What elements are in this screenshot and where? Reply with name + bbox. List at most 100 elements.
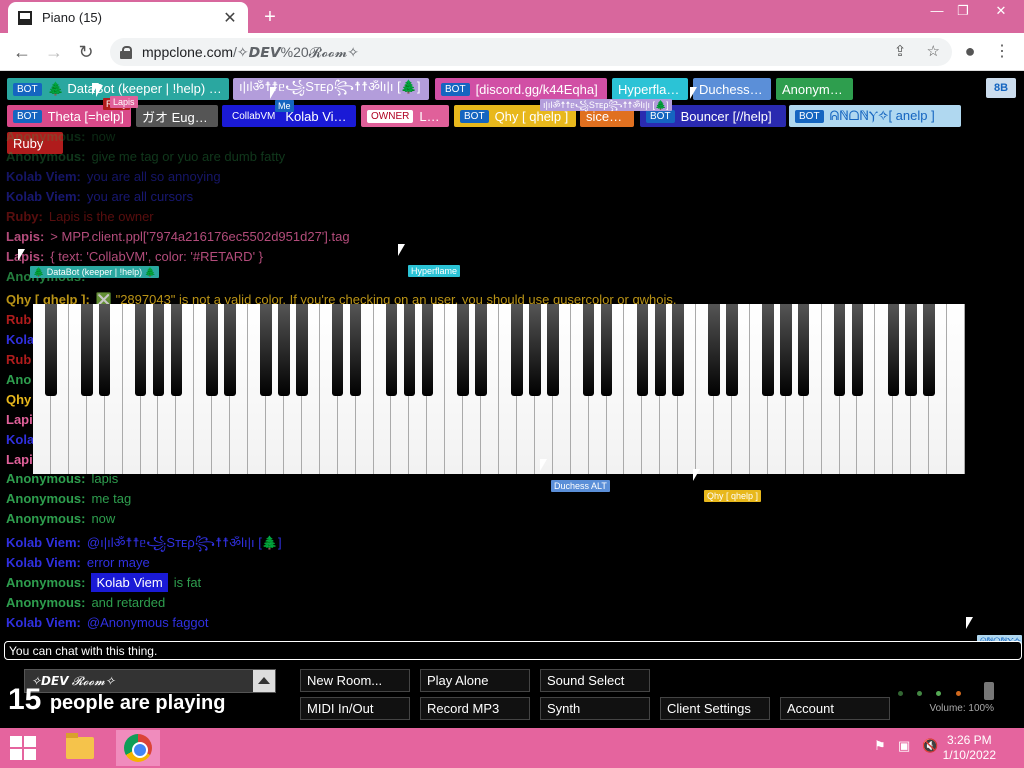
piano-black-key[interactable] — [349, 304, 362, 396]
piano-black-key[interactable] — [636, 304, 649, 396]
windows-start-icon[interactable] — [10, 736, 36, 760]
piano-black-key[interactable] — [582, 304, 595, 396]
new-room-button[interactable]: New Room... — [300, 669, 410, 692]
piano-black-key[interactable] — [851, 304, 864, 396]
user-name: Bouncer [//help] — [680, 108, 772, 124]
piano-black-key[interactable] — [81, 304, 93, 396]
chat-text: you are all so annoying — [86, 169, 221, 184]
synth-button[interactable]: Synth — [540, 697, 650, 720]
piano-black-key[interactable] — [457, 304, 469, 396]
status-dot — [956, 691, 961, 696]
piano-black-key[interactable] — [224, 304, 236, 396]
record-mp3-button[interactable]: Record MP3 — [420, 697, 530, 720]
forward-icon[interactable]: → — [42, 41, 66, 63]
piano-black-key[interactable] — [206, 304, 218, 396]
piano-black-key[interactable] — [672, 304, 684, 396]
reload-icon[interactable]: ↻ — [74, 41, 98, 63]
piano-black-key[interactable] — [708, 304, 720, 396]
piano-black-key[interactable] — [833, 304, 846, 396]
status-dot — [917, 691, 922, 696]
piano-black-key[interactable] — [278, 304, 290, 396]
piano-black-key[interactable] — [296, 304, 308, 396]
user-tag[interactable]: BOT [discord.gg/k44Eqha] — [435, 78, 607, 100]
taskbar: ⚑ ▣ 🔇 3:26 PM 1/10/2022 — [0, 728, 1024, 768]
piano-keyboard[interactable] — [33, 304, 965, 474]
user-name: Duchess ALT — [699, 81, 765, 97]
piano-black-key[interactable] — [511, 304, 523, 396]
restore-icon[interactable]: ❐ — [946, 0, 980, 22]
new-tab-icon[interactable]: + — [258, 5, 282, 29]
user-tag[interactable]: Hyperflame — [612, 78, 688, 100]
chrome-taskbar-button[interactable] — [116, 730, 160, 766]
piano-black-key[interactable] — [654, 304, 667, 396]
volume-knob[interactable] — [984, 682, 994, 700]
chat-author-partial: Lapi — [6, 412, 33, 427]
speaker-muted-icon[interactable]: 🔇 — [922, 738, 938, 754]
piano-black-key[interactable] — [797, 304, 810, 396]
clock[interactable]: 3:26 PM 1/10/2022 — [943, 733, 996, 763]
client-settings-button[interactable]: Client Settings — [660, 697, 770, 720]
piano-black-key[interactable] — [170, 304, 183, 396]
cursor-label: 🌲 DataBot (keeper | !help) 🌲 — [30, 266, 159, 278]
address-bar[interactable]: mppclone.com /✧𝘿𝙀𝙑%20𝓡𝓸𝓸𝓶✧ ⇪ ☆ — [110, 38, 952, 66]
network-icon[interactable]: ▣ — [898, 738, 910, 754]
chat-text: error maye — [86, 555, 150, 570]
tab-close-icon[interactable]: ✕ — [222, 8, 238, 28]
user-name: Kolab Viem — [285, 108, 350, 124]
piano-black-key[interactable] — [403, 304, 416, 396]
user-badge: BOT — [441, 82, 470, 96]
chat-message: Anonymous: and retarded — [6, 595, 165, 610]
piano-black-key[interactable] — [260, 304, 272, 396]
play-alone-button[interactable]: Play Alone — [420, 669, 530, 692]
piano-black-key[interactable] — [762, 304, 774, 396]
piano-black-key[interactable] — [600, 304, 613, 396]
user-tag[interactable]: OWNER Lapis — [361, 105, 449, 127]
share-icon[interactable]: ⇪ — [894, 43, 907, 60]
user-tag[interactable]: ガオ Eugyne — [136, 105, 218, 127]
chat-message: Anonymous: me tag — [6, 491, 131, 506]
cursor-arrow-icon — [693, 469, 700, 481]
status-dot — [936, 691, 941, 696]
flag-icon[interactable]: ⚑ — [874, 738, 886, 754]
chat-text: me tag — [91, 491, 132, 506]
back-icon[interactable]: ← — [10, 41, 34, 63]
chat-input[interactable]: You can chat with this thing. — [4, 641, 1022, 660]
piano-black-key[interactable] — [887, 304, 900, 396]
room-dropdown-arrow-icon[interactable] — [253, 670, 275, 692]
piano-black-key[interactable] — [421, 304, 434, 396]
cursor-arrow-icon — [690, 87, 697, 99]
piano-black-key[interactable] — [547, 304, 559, 396]
piano-black-key[interactable] — [529, 304, 541, 396]
piano-black-key[interactable] — [475, 304, 487, 396]
piano-black-key[interactable] — [905, 304, 917, 396]
top-right-button[interactable]: 8B — [986, 78, 1016, 98]
file-explorer-button[interactable] — [58, 730, 102, 766]
sound-select-button[interactable]: Sound Select — [540, 669, 650, 692]
user-tag[interactable]: Anonymous — [776, 78, 853, 100]
piano-black-key[interactable] — [385, 304, 398, 396]
piano-black-key[interactable] — [331, 304, 344, 396]
window-close-icon[interactable]: ✕ — [984, 0, 1018, 22]
piano-black-key[interactable] — [152, 304, 165, 396]
piano-black-key[interactable] — [726, 304, 738, 396]
user-tag[interactable]: Duchess ALT — [693, 78, 771, 100]
url-path: /✧𝘿𝙀𝙑%20𝓡𝓸𝓸𝓶✧ — [233, 43, 360, 60]
chat-author: Lapis: — [6, 249, 45, 264]
account-button[interactable]: Account — [780, 697, 890, 720]
piano-white-key[interactable] — [947, 304, 965, 474]
piano-black-key[interactable] — [98, 304, 111, 396]
midi-button[interactable]: MIDI In/Out — [300, 697, 410, 720]
user-tag[interactable]: ı|ılॐ☨☨ᥱ꧁Sᴛᴇρ꧂☨☨ॐlı|ı [🌲] — [233, 78, 429, 100]
status-dot — [898, 691, 903, 696]
bookmark-star-icon[interactable]: ☆ — [927, 43, 940, 60]
piano-black-key[interactable] — [780, 304, 792, 396]
profile-icon[interactable]: ● — [958, 41, 982, 63]
piano-black-key[interactable] — [134, 304, 147, 396]
chat-author: Anonymous: — [6, 511, 86, 526]
piano-black-key[interactable] — [45, 304, 57, 396]
user-tag[interactable]: BOT ᕱℕᗝℕⲨ✧[ anelp ] — [789, 105, 961, 127]
browser-menu-icon[interactable]: ⋮ — [990, 41, 1014, 63]
piano-black-key[interactable] — [923, 304, 935, 396]
browser-tab[interactable]: Piano (15) ✕ — [8, 2, 248, 33]
chat-text: now — [91, 129, 116, 144]
